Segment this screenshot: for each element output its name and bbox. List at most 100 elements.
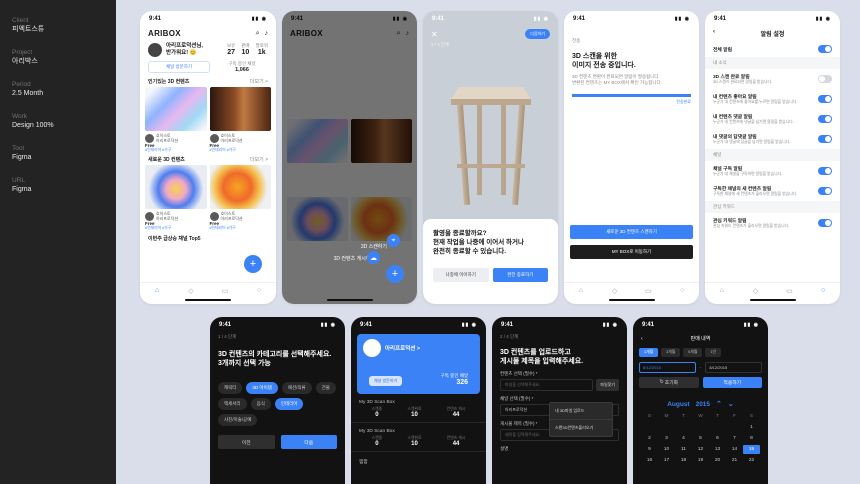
stat-value: 1k bbox=[257, 49, 266, 56]
period-chip[interactable]: 1개월 bbox=[639, 348, 659, 357]
category-chip[interactable]: 액세서리 bbox=[218, 398, 247, 410]
next-button[interactable]: 다음하기 bbox=[525, 29, 550, 39]
info-value[interactable]: Figma bbox=[12, 185, 104, 195]
dropdown-item-upload[interactable]: 내 3D파일 업로드 bbox=[550, 403, 612, 420]
chevron-up-icon[interactable]: ⌃ bbox=[716, 400, 722, 408]
home-tab-icon[interactable]: ⌂ bbox=[577, 287, 585, 295]
setting-toggle[interactable] bbox=[818, 167, 832, 175]
category-chip[interactable]: 캐릭터 bbox=[218, 382, 243, 394]
bell-icon[interactable]: ♪ bbox=[265, 30, 269, 38]
calendar-day[interactable]: 10 bbox=[658, 445, 675, 454]
chat-tab-icon[interactable]: ▭ bbox=[221, 287, 229, 295]
content-card[interactable]: 호이스토 아리프로덕션 Free #인테리어 #가구 bbox=[145, 87, 207, 153]
new-scan-button[interactable]: 새로운 3D 컨텐츠 스캔하기 bbox=[570, 225, 693, 239]
calendar-day[interactable]: 21 bbox=[726, 456, 743, 465]
setting-toggle[interactable] bbox=[818, 135, 832, 143]
chat-tab-icon[interactable]: ▭ bbox=[785, 287, 793, 295]
channel-visit-button[interactable]: 채널 방문하기 bbox=[369, 376, 403, 386]
profile-tab-icon[interactable]: ○ bbox=[819, 287, 827, 295]
box-title[interactable]: My 3D Scan Box bbox=[351, 394, 486, 407]
scan-icon[interactable]: ⌖ bbox=[387, 234, 400, 247]
calendar-day[interactable]: 20 bbox=[709, 456, 726, 465]
calendar-day[interactable]: 15 bbox=[743, 445, 760, 454]
category-chip[interactable]: 사진/미술/공예 bbox=[218, 414, 258, 426]
footer-section[interactable]: 찜함 bbox=[351, 452, 486, 467]
apply-button[interactable]: 적용하기 bbox=[702, 377, 762, 388]
box-title[interactable]: My 3D Scan Box bbox=[351, 423, 486, 436]
period-chip[interactable]: 6개월 bbox=[683, 348, 703, 357]
upload-icon[interactable]: ☁ bbox=[367, 251, 380, 264]
calendar-day[interactable]: 19 bbox=[692, 456, 709, 465]
chevron-down-icon[interactable]: ⌄ bbox=[728, 400, 734, 408]
category-chip[interactable]: 음식 bbox=[250, 398, 271, 410]
home-tab-icon[interactable]: ⌂ bbox=[153, 287, 161, 295]
category-chip[interactable]: 패션/의류 bbox=[281, 382, 312, 394]
find-file-button[interactable]: 파일찾기 bbox=[596, 379, 619, 391]
calendar-day[interactable]: 5 bbox=[692, 434, 709, 443]
avatar[interactable] bbox=[148, 43, 162, 57]
calendar-day[interactable]: 22 bbox=[743, 456, 760, 465]
more-link[interactable]: 더보기 > bbox=[250, 78, 268, 85]
my-box-button[interactable]: MY BOX로 이동하기 bbox=[570, 245, 693, 259]
box-tab-icon[interactable]: ◇ bbox=[611, 287, 619, 295]
calendar-day[interactable]: 8 bbox=[743, 434, 760, 443]
date-to-input[interactable]: 8/12/2015 bbox=[705, 362, 763, 373]
calendar-day[interactable]: 3 bbox=[658, 434, 675, 443]
category-chip[interactable]: 건물 bbox=[315, 382, 336, 394]
calendar-day[interactable]: 13 bbox=[709, 445, 726, 454]
setting-toggle[interactable] bbox=[818, 115, 832, 123]
chat-tab-icon[interactable]: ▭ bbox=[644, 287, 652, 295]
channel-avatar[interactable] bbox=[363, 339, 381, 357]
add-fab-button[interactable]: + bbox=[386, 265, 404, 283]
calendar-day[interactable]: 14 bbox=[726, 445, 743, 454]
continue-later-button[interactable]: 나중에 이어하기 bbox=[433, 268, 489, 282]
add-fab-button[interactable]: + bbox=[244, 255, 262, 273]
calendar-day[interactable]: 16 bbox=[641, 456, 658, 465]
info-url: URL Figma bbox=[12, 176, 104, 195]
box-tab-icon[interactable]: ◇ bbox=[187, 287, 195, 295]
calendar-day[interactable]: 2 bbox=[641, 434, 658, 443]
content-card[interactable]: 호이스토 아리프로덕션 Free #인테리어 #가구 bbox=[209, 87, 271, 153]
prev-button[interactable]: 이전 bbox=[218, 435, 275, 449]
close-icon[interactable]: ✕ bbox=[431, 30, 438, 39]
back-icon[interactable]: ‹ bbox=[641, 336, 643, 342]
more-link[interactable]: 더보기 > bbox=[250, 156, 268, 163]
calendar-day[interactable]: 11 bbox=[675, 445, 692, 454]
calendar-day[interactable]: 9 bbox=[641, 445, 658, 454]
period-chip[interactable]: 3개월 bbox=[661, 348, 681, 357]
content-card[interactable]: 호이스토 아리프로덕션 Free #인테리어 #가구 bbox=[145, 165, 207, 231]
back-icon[interactable]: ‹ bbox=[713, 29, 715, 35]
channel-visit-button[interactable]: 채널 방문하기 bbox=[148, 61, 210, 73]
calendar-day[interactable]: 6 bbox=[709, 434, 726, 443]
toggle-all[interactable] bbox=[818, 45, 832, 53]
calendar-day[interactable]: 4 bbox=[675, 434, 692, 443]
calendar-day[interactable]: 12 bbox=[692, 445, 709, 454]
period-chip[interactable]: 1년 bbox=[705, 348, 721, 357]
box-stat-value: 44 bbox=[452, 441, 460, 447]
profile-tab-icon[interactable]: ○ bbox=[678, 287, 686, 295]
date-from-input[interactable]: 8/12/2015 bbox=[639, 362, 696, 373]
category-chip[interactable]: 3D 아이템 bbox=[246, 382, 278, 394]
next-button[interactable]: 다음 bbox=[280, 435, 337, 449]
channel-name[interactable]: 아리프로덕션 > bbox=[385, 344, 420, 352]
home-tab-icon[interactable]: ⌂ bbox=[718, 287, 726, 295]
dropdown-item-scan[interactable]: 스캔3D컨텐츠불러오기 bbox=[550, 420, 612, 436]
content-card[interactable]: 호이스토 아리프로덕션 Free #인테리어 #가구 bbox=[209, 165, 271, 231]
calendar-day[interactable]: 7 bbox=[726, 434, 743, 443]
setting-toggle[interactable] bbox=[818, 75, 832, 83]
calendar-day[interactable]: 18 bbox=[675, 456, 692, 465]
finish-button[interactable]: 완전 종료하기 bbox=[492, 268, 548, 282]
sub-value: 326 bbox=[456, 379, 468, 386]
calendar-day[interactable]: 17 bbox=[658, 456, 675, 465]
file-input[interactable]: 파일을 선택해주세요. bbox=[500, 379, 594, 391]
calendar-day[interactable]: 1 bbox=[743, 423, 760, 432]
box-tab-icon[interactable]: ◇ bbox=[752, 287, 760, 295]
setting-toggle[interactable] bbox=[818, 95, 832, 103]
search-icon[interactable]: ⌕ bbox=[256, 30, 260, 38]
category-chip[interactable]: 인테리어 bbox=[274, 398, 304, 410]
setting-toggle[interactable] bbox=[818, 187, 832, 195]
profile-tab-icon[interactable]: ○ bbox=[255, 287, 263, 295]
reset-button[interactable]: ↻ 초기화 bbox=[639, 377, 699, 388]
scan-menu-label[interactable]: 3D 스캔하기 bbox=[361, 243, 387, 250]
setting-toggle[interactable] bbox=[818, 219, 832, 227]
